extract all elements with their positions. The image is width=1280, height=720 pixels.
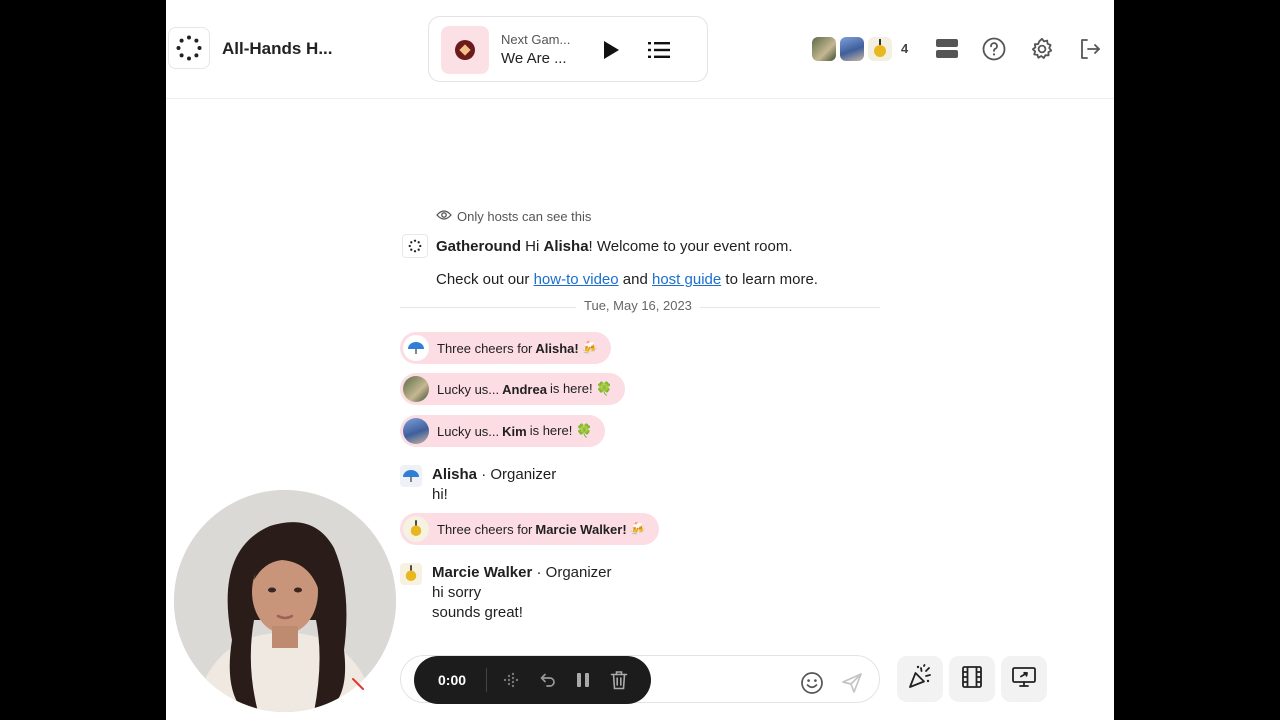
now-playing-title: We Are ... — [501, 50, 567, 67]
recording-time: 0:00 — [438, 672, 467, 688]
pill-suffix: is here! 🍀 — [529, 423, 593, 438]
now-playing-widget[interactable]: Next Gam... We Are ... — [428, 16, 708, 82]
author-role: · Organizer — [481, 466, 557, 483]
game-art-icon — [441, 26, 489, 74]
event-pill: Lucky us... Andrea is here! 🍀 — [400, 373, 626, 405]
pill-suffix: is here! 🍀 — [549, 381, 613, 396]
event-pill: Three cheers for Alisha! 🍻 — [400, 332, 611, 364]
avatar — [868, 37, 892, 61]
eye-icon — [436, 209, 452, 224]
layout-icon[interactable] — [932, 34, 962, 64]
pill-prefix: Three cheers for — [437, 340, 533, 356]
film-icon — [960, 665, 984, 694]
hosts-only-note: Only hosts can see this — [436, 209, 591, 224]
how-to-video-link[interactable]: how-to video — [534, 271, 619, 288]
author-name: Alisha — [432, 466, 478, 483]
message-text: hi sorry — [432, 584, 482, 601]
message-author: Marcie Walker · Organizer — [432, 564, 612, 581]
links-suffix: to learn more. — [725, 271, 818, 288]
pill-suffix: 🍻 — [629, 521, 646, 536]
pill-name: Marcie Walker! — [535, 521, 627, 537]
pill-prefix: Three cheers for — [437, 521, 533, 537]
mic-status-icon — [351, 677, 365, 691]
pill-name: Alisha! — [535, 340, 579, 356]
waveform-icon — [500, 669, 522, 691]
avatar — [403, 376, 429, 402]
date-separator: Tue, May 16, 2023 — [400, 298, 880, 316]
event-pill: Three cheers for Marcie Walker! 🍻 — [400, 513, 659, 545]
exit-icon[interactable] — [1075, 34, 1105, 64]
emoji-icon[interactable] — [799, 670, 825, 696]
pill-name: Kim — [502, 423, 527, 439]
queue-list-icon[interactable] — [647, 38, 671, 62]
pin-avatar-icon — [403, 516, 429, 542]
undo-icon[interactable] — [536, 669, 558, 691]
host-guide-link[interactable]: host guide — [652, 271, 721, 288]
welcome-links-line: Check out our how-to video and host guid… — [436, 271, 818, 288]
event-pill: Lucky us... Kim is here! 🍀 — [400, 415, 606, 447]
divider — [486, 668, 487, 692]
author-name: Marcie Walker — [432, 564, 533, 581]
screen-share-icon — [1011, 665, 1037, 694]
settings-icon[interactable] — [1027, 34, 1057, 64]
trash-icon[interactable] — [608, 669, 630, 691]
participant-count: 4 — [901, 41, 909, 56]
help-icon[interactable] — [979, 34, 1009, 64]
screen-share-button[interactable] — [1001, 656, 1047, 702]
avatar — [403, 418, 429, 444]
top-bar: All-Hands H... Next Gam... We Are ... 4 — [166, 0, 1114, 99]
participant-avatars[interactable] — [812, 37, 896, 61]
pill-prefix: Lucky us... — [437, 423, 500, 439]
links-prefix: Check out our — [436, 271, 530, 288]
links-and: and — [622, 271, 648, 288]
hosts-note-text: Only hosts can see this — [457, 209, 592, 224]
celebrate-icon — [907, 663, 933, 695]
event-title[interactable]: All-Hands H... — [222, 39, 333, 59]
pill-prefix: Lucky us... — [437, 381, 500, 397]
message-text: hi! — [432, 486, 448, 503]
avatar — [840, 37, 864, 61]
celebrate-button[interactable] — [897, 656, 943, 702]
pause-icon[interactable] — [572, 669, 594, 691]
send-icon[interactable] — [839, 670, 865, 696]
pill-name: Andrea — [502, 381, 547, 397]
message-author: Alisha · Organizer — [432, 466, 556, 483]
greeting: Hi — [525, 238, 540, 255]
now-playing-label: Next Gam... — [501, 32, 571, 47]
pin-avatar-icon — [400, 563, 422, 585]
voice-recorder-bar[interactable]: 0:00 — [414, 656, 651, 704]
media-button[interactable] — [949, 656, 995, 702]
sender-name: Gatheround — [436, 238, 521, 255]
gatheround-logo-icon[interactable] — [168, 27, 210, 69]
host-name: Alisha — [543, 238, 589, 255]
author-role: · Organizer — [536, 564, 612, 581]
avatar — [812, 37, 836, 61]
umbrella-avatar-icon — [400, 465, 422, 487]
event-room-window: All-Hands H... Next Gam... We Are ... 4 — [166, 0, 1114, 720]
pill-suffix: 🍻 — [581, 340, 598, 355]
date-label: Tue, May 16, 2023 — [576, 298, 700, 313]
play-icon[interactable] — [599, 38, 623, 62]
message-text: sounds great! — [432, 604, 523, 621]
welcome-rest: ! Welcome to your event room. — [588, 238, 793, 255]
welcome-message: Gatheround Hi Alisha! Welcome to your ev… — [436, 238, 793, 255]
umbrella-avatar-icon — [403, 335, 429, 361]
gatheround-logo-icon — [402, 234, 428, 258]
